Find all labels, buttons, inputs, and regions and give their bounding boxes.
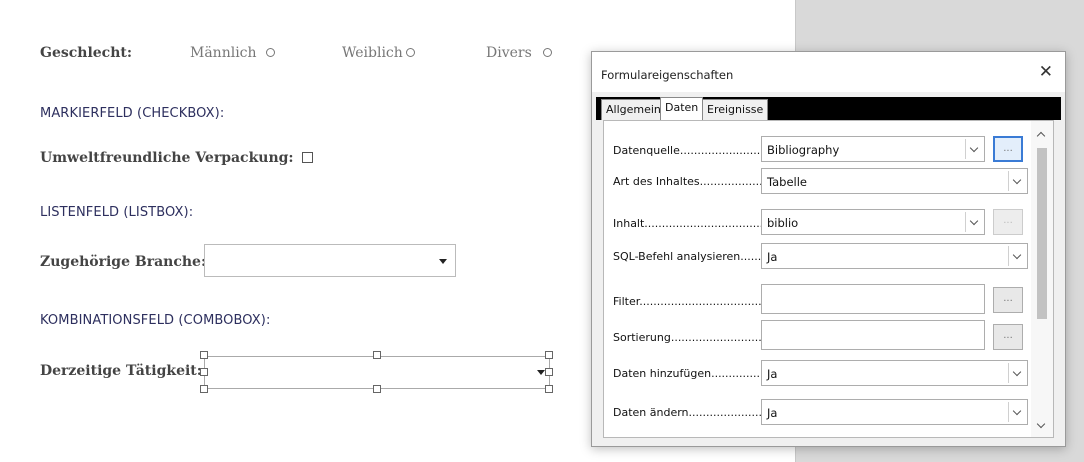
panel-scrollbar[interactable]	[1031, 121, 1053, 437]
combobox-section-heading: KOMBINATIONSFELD (COMBOBOX):	[40, 313, 271, 328]
radio-option-weiblich-label: Weiblich	[342, 45, 403, 61]
checkbox-icon[interactable]	[302, 152, 313, 163]
chevron-down-icon[interactable]	[439, 259, 447, 264]
chevron-down-icon[interactable]	[1008, 246, 1025, 266]
daten-aendern-select[interactable]: Ja	[761, 399, 1028, 425]
sortierung-browse-button[interactable]: ...	[993, 324, 1023, 350]
selection-handle[interactable]	[545, 385, 553, 393]
dialog-titlebar[interactable]: Formulareigenschaften ✕	[592, 52, 1065, 92]
chevron-down-icon[interactable]	[1036, 419, 1046, 429]
gender-label-colon: :	[126, 45, 133, 61]
daten-panel: Datenquelle....................... Bibli…	[603, 120, 1054, 438]
selection-handle[interactable]	[200, 385, 208, 393]
tab-strip: Allgemein Daten Ereignisse	[596, 97, 1061, 120]
datenquelle-label: Datenquelle.......................	[613, 144, 761, 157]
sql-befehl-label: SQL-Befehl analysieren......	[613, 250, 762, 263]
chevron-down-icon[interactable]	[1008, 171, 1025, 191]
selection-handle[interactable]	[200, 368, 208, 376]
daten-hinzufuegen-value: Ja	[767, 367, 778, 381]
tab-daten[interactable]: Daten	[660, 97, 704, 120]
inhalt-label: Inhalt..................................…	[613, 217, 774, 230]
gender-label-text: Geschlecht	[40, 45, 127, 61]
daten-hinzufuegen-select[interactable]: Ja	[761, 360, 1028, 386]
daten-aendern-label: Daten ändern.......................	[613, 406, 769, 419]
daten-aendern-value: Ja	[767, 406, 778, 420]
selection-handle[interactable]	[545, 368, 553, 376]
form-properties-dialog: Formulareigenschaften ✕ Allgemein Daten …	[591, 51, 1066, 447]
radio-option-maennlich-label: Männlich	[190, 45, 257, 61]
chevron-up-icon[interactable]	[1036, 131, 1046, 141]
chevron-down-icon[interactable]	[1008, 402, 1025, 422]
filter-input[interactable]	[761, 284, 985, 314]
radio-icon[interactable]	[406, 48, 415, 57]
sortierung-label: Sortierung..............................…	[613, 331, 780, 344]
sql-befehl-select[interactable]: Ja	[761, 243, 1028, 269]
sql-befehl-value: Ja	[767, 250, 778, 264]
chevron-down-icon[interactable]	[965, 139, 982, 159]
chevron-down-icon[interactable]	[965, 212, 982, 232]
filter-label: Filter..................................…	[613, 295, 783, 308]
close-icon[interactable]: ✕	[1039, 63, 1053, 81]
gender-label: Geschlecht:	[40, 45, 132, 61]
radio-icon[interactable]	[543, 48, 552, 57]
listbox-section-heading: LISTENFELD (LISTBOX):	[40, 205, 194, 220]
art-des-inhaltes-value: Tabelle	[767, 175, 808, 189]
checkbox-field-label: Umweltfreundliche Verpackung:	[40, 150, 294, 166]
selection-handle[interactable]	[373, 351, 381, 359]
inhalt-select[interactable]: biblio	[761, 209, 985, 235]
listbox-field-label: Zugehörige Branche:	[40, 254, 207, 270]
scrollbar-thumb[interactable]	[1037, 148, 1047, 319]
tab-allgemein[interactable]: Allgemein	[601, 99, 666, 120]
checkbox-section-heading: MARKIERFELD (CHECKBOX):	[40, 106, 225, 121]
datenquelle-value: Bibliography	[767, 143, 840, 157]
inhalt-browse-button[interactable]: ...	[993, 209, 1023, 235]
datenquelle-select[interactable]: Bibliography	[761, 136, 985, 162]
art-des-inhaltes-label: Art des Inhaltes...................	[613, 175, 767, 188]
radio-icon[interactable]	[266, 48, 275, 57]
selection-handle[interactable]	[200, 351, 208, 359]
dialog-title: Formulareigenschaften	[601, 68, 734, 82]
filter-browse-button[interactable]: ...	[993, 287, 1023, 313]
branche-listbox[interactable]	[204, 244, 456, 277]
selection-handle[interactable]	[373, 385, 381, 393]
datenquelle-browse-button[interactable]: ...	[993, 136, 1023, 162]
chevron-down-icon[interactable]	[1008, 363, 1025, 383]
selection-handle[interactable]	[545, 351, 553, 359]
chevron-down-icon[interactable]	[537, 370, 545, 375]
inhalt-value: biblio	[767, 216, 799, 230]
sortierung-input[interactable]	[761, 320, 985, 350]
radio-option-divers-label: Divers	[486, 45, 532, 61]
daten-hinzufuegen-label: Daten hinzufügen...............	[613, 367, 764, 380]
art-des-inhaltes-select[interactable]: Tabelle	[761, 168, 1028, 194]
combobox-field-label: Derzeitige Tätigkeit:	[40, 363, 202, 379]
tab-ereignisse[interactable]: Ereignisse	[702, 99, 769, 120]
